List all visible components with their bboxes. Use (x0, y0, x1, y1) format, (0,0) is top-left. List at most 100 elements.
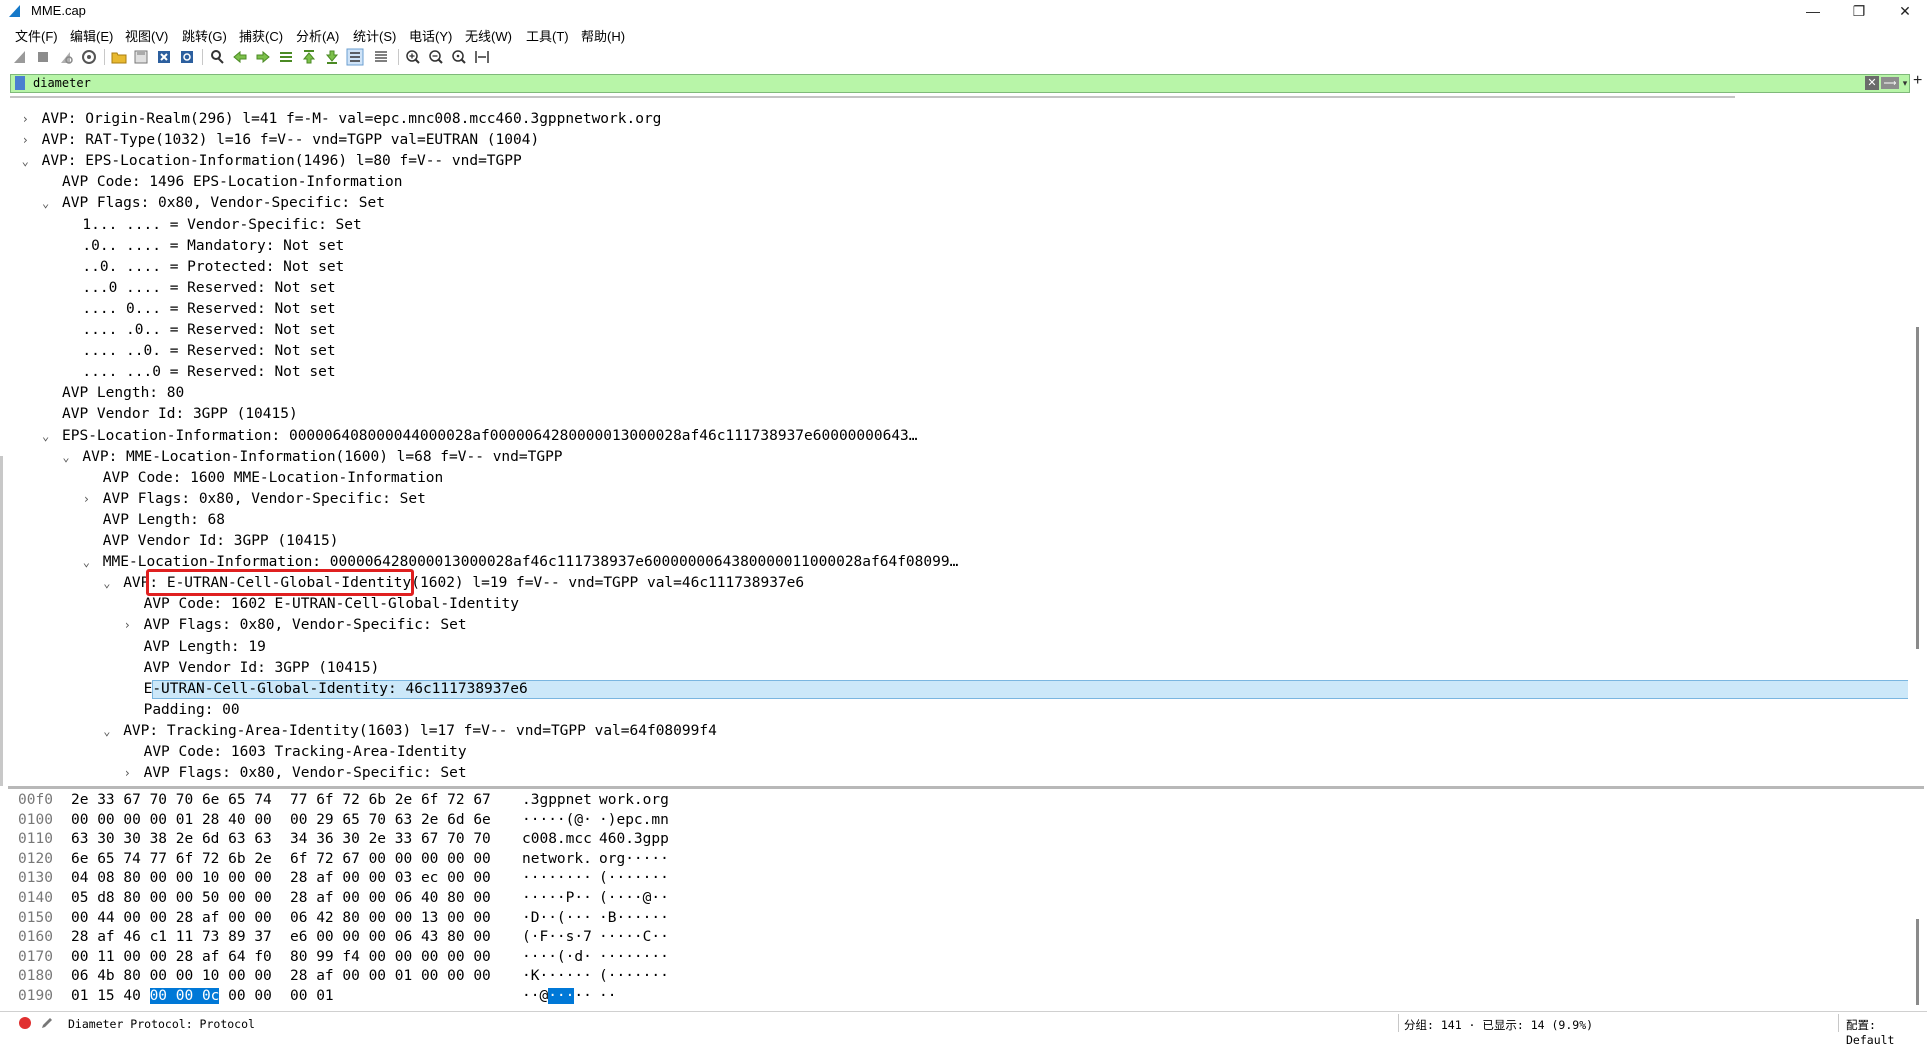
tree-row[interactable]: AVP Length: 68 (8, 510, 1908, 531)
tree-row[interactable]: AVP Code: 1603 Tracking-Area-Identity (8, 742, 1908, 763)
stop-capture-icon[interactable] (34, 48, 52, 66)
expert-info-icon[interactable] (18, 1016, 32, 1030)
tree-row-selected[interactable]: E-UTRAN-Cell-Global-Identity: 46c1117389… (8, 679, 1908, 700)
save-file-icon[interactable] (132, 48, 150, 66)
tree-row[interactable]: .0.. .... = Mandatory: Not set (8, 236, 1908, 257)
minimize-button[interactable]: — (1790, 0, 1836, 22)
go-to-packet-icon[interactable] (277, 48, 295, 66)
colorize-icon[interactable] (372, 48, 390, 66)
tree-row[interactable]: AVP Code: 1600 MME-Location-Information (8, 468, 1908, 489)
tree-row[interactable]: ⌄ AVP Flags: 0x80, Vendor-Specific: Set (8, 193, 1908, 214)
menu-tools[interactable]: 工具(T) (526, 26, 569, 45)
go-forward-icon[interactable] (254, 48, 272, 66)
details-scrollbar-thumb[interactable] (1916, 327, 1919, 649)
collapse-arrow-icon[interactable]: ⌄ (22, 151, 36, 172)
tree-row[interactable]: AVP Length: 80 (8, 383, 1908, 404)
clear-filter-icon[interactable]: ✕ (1865, 76, 1879, 90)
menu-wireless[interactable]: 无线(W) (465, 26, 512, 45)
bytes-scrollbar[interactable] (1912, 791, 1924, 1009)
close-button[interactable]: ✕ (1882, 0, 1927, 22)
expand-arrow-icon[interactable]: › (22, 109, 36, 130)
packet-bytes-pane[interactable]: 00f0 2e 33 67 70 70 6e 65 74 77 6f 72 6b 2… (10, 791, 1910, 1009)
collapse-arrow-icon[interactable]: ⌄ (103, 721, 117, 742)
tree-row[interactable]: ⌄ AVP: E-UTRAN-Cell-Global-Identity(1602)… (8, 573, 1908, 594)
add-filter-button[interactable]: + (1913, 72, 1922, 90)
tree-row[interactable]: › AVP Flags: 0x80, Vendor-Specific: Set (8, 489, 1908, 510)
tree-row[interactable]: ⌄ EPS-Location-Information: 0000064080000… (8, 426, 1908, 447)
collapse-arrow-icon[interactable]: ⌄ (42, 193, 56, 214)
filter-input[interactable]: diameter (33, 76, 91, 90)
tree-row[interactable]: AVP Length: 19 (8, 637, 1908, 658)
reload-file-icon[interactable] (178, 48, 196, 66)
menu-telephony[interactable]: 电话(Y) (409, 26, 452, 45)
tree-row[interactable]: .... 0... = Reserved: Not set (8, 299, 1908, 320)
expand-arrow-icon[interactable]: › (22, 130, 36, 151)
profile-status[interactable]: 配置: Default (1846, 1017, 1927, 1047)
packet-list-scrollbar[interactable] (10, 96, 1735, 98)
zoom-out-icon[interactable] (427, 48, 445, 66)
close-file-icon[interactable] (155, 48, 173, 66)
expand-arrow-icon[interactable]: › (83, 489, 97, 510)
display-filter-bar[interactable]: diameter ✕ ⟶ ▾ (10, 74, 1910, 93)
bookmark-icon[interactable] (15, 76, 25, 90)
capture-options-icon[interactable] (80, 48, 98, 66)
menu-help[interactable]: 帮助(H) (581, 26, 625, 45)
start-capture-icon[interactable] (11, 48, 29, 66)
tree-row[interactable]: ⌄ AVP: Tracking-Area-Identity(1603) l=17 … (8, 721, 1908, 742)
bytes-scrollbar-thumb[interactable] (1916, 919, 1919, 1005)
tree-row[interactable]: ⌄ MME-Location-Information: 0000064280000… (8, 552, 1908, 573)
resize-columns-icon[interactable] (473, 48, 491, 66)
menu-statistics[interactable]: 统计(S) (353, 26, 396, 45)
pane-splitter[interactable] (8, 786, 1924, 789)
packet-list-pane[interactable] (0, 93, 1927, 103)
maximize-button[interactable]: ❐ (1836, 0, 1882, 22)
tree-row[interactable]: .... ...0 = Reserved: Not set (8, 362, 1908, 383)
tree-row[interactable]: AVP Vendor Id: 3GPP (10415) (8, 531, 1908, 552)
open-file-icon[interactable] (110, 48, 128, 66)
tree-row[interactable]: › AVP Flags: 0x80, Vendor-Specific: Set (8, 615, 1908, 636)
autoscroll-icon[interactable] (346, 48, 364, 66)
find-packet-icon[interactable] (208, 48, 226, 66)
collapse-arrow-icon[interactable]: ⌄ (103, 573, 117, 594)
tree-row[interactable]: AVP Vendor Id: 3GPP (10415) (8, 658, 1908, 679)
filter-history-dropdown[interactable]: ▾ (1900, 76, 1910, 90)
normal-size-icon[interactable] (450, 48, 468, 66)
restart-capture-icon[interactable] (57, 48, 75, 66)
tree-row[interactable]: › AVP: RAT-Type(1032) l=16 f=V-- vnd=TGPP… (8, 130, 1908, 151)
expand-arrow-icon[interactable]: › (124, 615, 138, 636)
menu-view[interactable]: 视图(V) (125, 26, 168, 45)
menu-file[interactable]: 文件(F) (15, 26, 58, 45)
menu-capture[interactable]: 捕获(C) (239, 26, 283, 45)
tree-row[interactable]: AVP Code: 1496 EPS-Location-Information (8, 172, 1908, 193)
go-back-icon[interactable] (231, 48, 249, 66)
expand-arrow-icon[interactable]: › (124, 763, 138, 783)
tree-row[interactable]: ..0. .... = Protected: Not set (8, 257, 1908, 278)
tree-row[interactable]: › AVP: Origin-Realm(296) l=41 f=-M- val=e… (8, 109, 1908, 130)
tree-row[interactable]: ⌄ AVP: EPS-Location-Information(1496) l=8… (8, 151, 1908, 172)
tree-row[interactable]: Padding: 00 (8, 700, 1908, 721)
menu-analyze[interactable]: 分析(A) (296, 26, 339, 45)
tree-row[interactable]: .... .0.. = Reserved: Not set (8, 320, 1908, 341)
collapse-arrow-icon[interactable]: ⌄ (42, 426, 56, 447)
apply-filter-icon[interactable]: ⟶ (1881, 77, 1899, 89)
edit-comment-icon[interactable] (40, 1016, 54, 1030)
collapse-arrow-icon[interactable]: ⌄ (62, 447, 76, 468)
tree-row[interactable]: .... ..0. = Reserved: Not set (8, 341, 1908, 362)
tree-row[interactable]: › AVP Flags: 0x80, Vendor-Specific: Set (8, 763, 1908, 783)
tree-row[interactable]: 1... .... = Vendor-Specific: Set (8, 215, 1908, 236)
tree-row[interactable]: AVP Code: 1602 E-UTRAN-Cell-Global-Ident… (8, 594, 1908, 615)
last-packet-icon[interactable] (323, 48, 341, 66)
collapse-arrow-icon[interactable]: ⌄ (83, 552, 97, 573)
menu-edit[interactable]: 编辑(E) (70, 26, 113, 45)
tree-row[interactable]: ...0 .... = Reserved: Not set (8, 278, 1908, 299)
left-edge-scrollbar[interactable] (0, 456, 3, 786)
tree-row-label: .... ...0 = Reserved: Not set (82, 364, 336, 381)
tree-row[interactable]: ⌄ AVP: MME-Location-Information(1600) l=6… (8, 447, 1908, 468)
zoom-in-icon[interactable] (404, 48, 422, 66)
details-scrollbar[interactable] (1912, 109, 1924, 783)
tree-row[interactable]: AVP Vendor Id: 3GPP (10415) (8, 404, 1908, 425)
menu-go[interactable]: 跳转(G) (182, 26, 227, 45)
bytes-ascii: c008.mcc (522, 831, 592, 848)
packet-details-pane[interactable]: › AVP: Origin-Realm(296) l=41 f=-M- val=e… (8, 109, 1908, 783)
first-packet-icon[interactable] (300, 48, 318, 66)
